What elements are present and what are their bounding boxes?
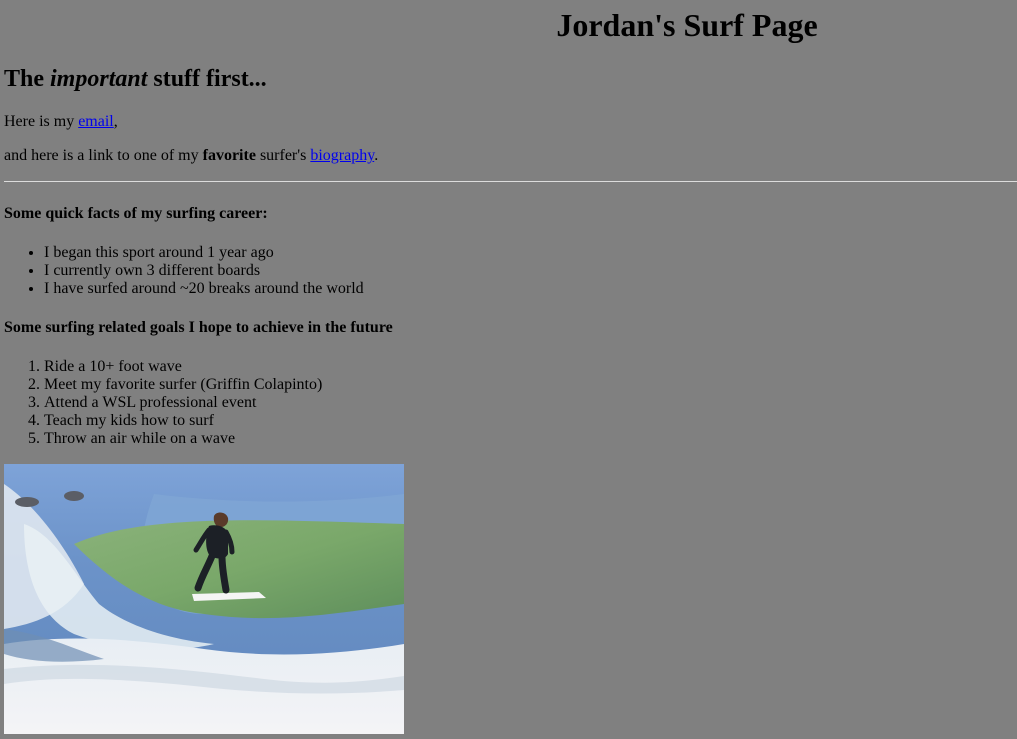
list-item: Attend a WSL professional event [44, 394, 322, 412]
email-line: Here is my email, [4, 113, 118, 131]
list-item: I began this sport around 1 year ago [44, 244, 364, 262]
bio-line-mid: surfer's [255, 147, 311, 164]
page-title: Jordan's Surf Page [556, 7, 818, 43]
bio-line-bold: favorite [202, 147, 256, 164]
bio-line-pre: and here is a link to one of my [4, 147, 203, 164]
goals-list: Ride a 10+ foot wave Meet my favorite su… [4, 358, 322, 448]
bio-line-post: . [374, 147, 379, 164]
facts-heading: Some quick facts of my surfing career: [4, 205, 268, 222]
surfer-photo [4, 464, 404, 734]
email-line-pre: Here is my [4, 113, 79, 130]
goals-heading: Some surfing related goals I hope to ach… [4, 319, 393, 336]
facts-list: I began this sport around 1 year ago I c… [4, 244, 364, 298]
intro-heading: The important stuff first... [4, 64, 267, 94]
email-line-post: , [113, 113, 118, 130]
list-item: Throw an air while on a wave [44, 430, 322, 448]
list-item: Teach my kids how to surf [44, 412, 322, 430]
bio-line: and here is a link to one of my favorite… [4, 147, 378, 165]
intro-heading-post: stuff first... [147, 66, 267, 92]
page: Jordan's Surf Page The important stuff f… [0, 0, 1017, 739]
list-item: Meet my favorite surfer (Griffin Colapin… [44, 376, 322, 394]
email-link[interactable]: email [78, 113, 114, 130]
divider [4, 181, 1017, 182]
list-item: I have surfed around ~20 breaks around t… [44, 280, 364, 298]
intro-heading-em: important [50, 66, 148, 92]
list-item: I currently own 3 different boards [44, 262, 364, 280]
biography-link[interactable]: biography [310, 147, 374, 164]
intro-heading-pre: The [4, 66, 51, 92]
list-item: Ride a 10+ foot wave [44, 358, 322, 376]
